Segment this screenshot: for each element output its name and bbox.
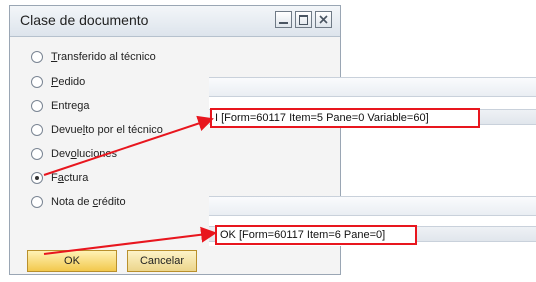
arrow-pointer-icon <box>43 115 214 176</box>
annotation-arrows <box>43 115 217 255</box>
arrow-pointer-icon <box>43 226 217 255</box>
